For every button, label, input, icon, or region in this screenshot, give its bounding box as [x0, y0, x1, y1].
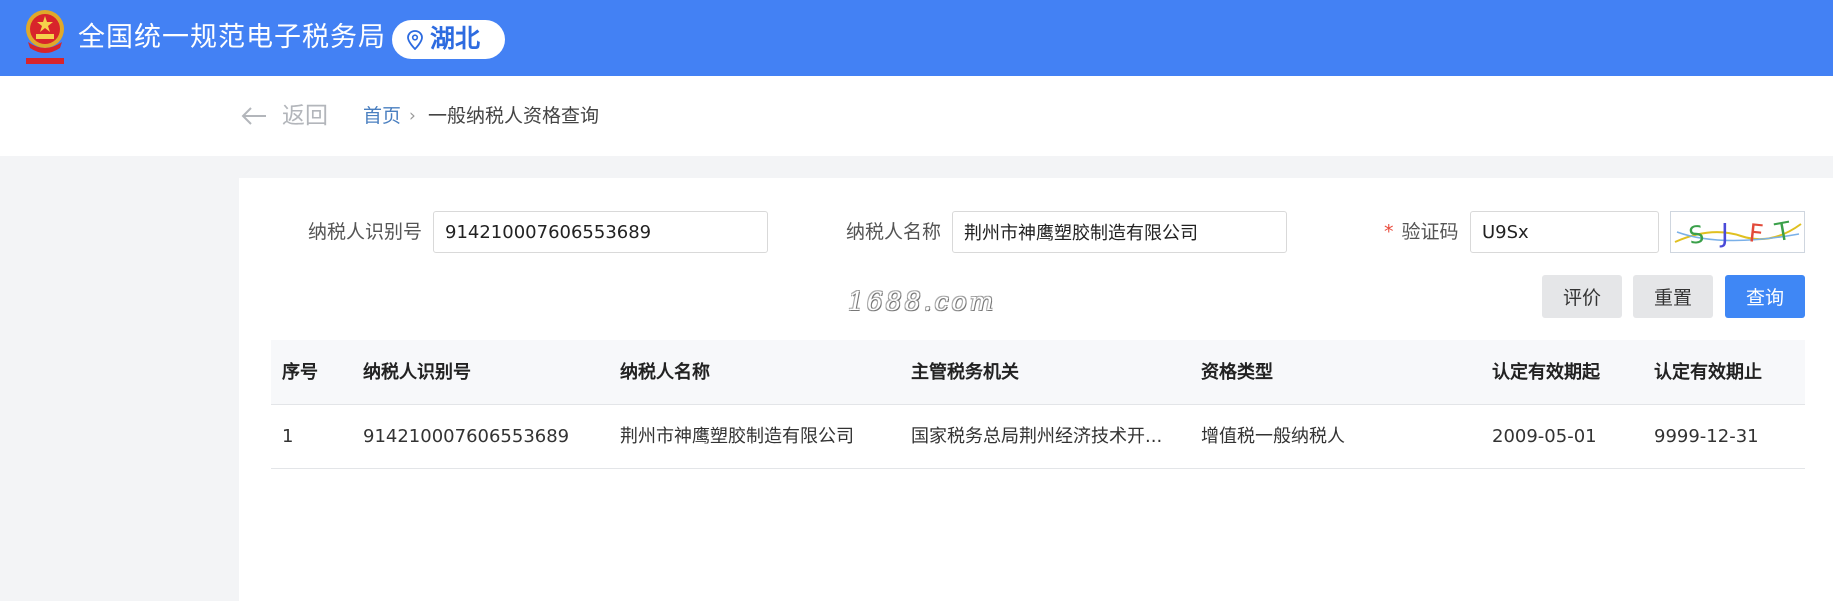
required-mark: *: [1384, 221, 1394, 243]
region-name: 湖北: [430, 24, 481, 53]
region-selector[interactable]: 湖北: [392, 20, 505, 59]
captcha-input[interactable]: [1470, 211, 1659, 253]
captcha-char-4: T: [1772, 216, 1794, 248]
cell-taxpayer-name: 荆州市神鹰塑胶制造有限公司: [620, 426, 854, 447]
reset-button[interactable]: 重置: [1633, 275, 1713, 318]
arrow-left-icon: [241, 107, 266, 125]
col-header-valid-from: 认定有效期起: [1492, 362, 1600, 383]
taxpayer-name-input[interactable]: [952, 211, 1287, 253]
evaluate-button[interactable]: 评价: [1542, 275, 1622, 318]
cell-index: 1: [282, 426, 294, 447]
cell-valid-to: 9999-12-31: [1654, 426, 1759, 447]
captcha-label: * 验证码: [1384, 220, 1459, 244]
back-label: 返回: [282, 103, 328, 129]
nav-bar: 返回 首页 › 一般纳税人资格查询: [0, 76, 1833, 156]
app-title: 全国统一规范电子税务局: [78, 22, 386, 53]
captcha-char-3: F: [1747, 218, 1764, 248]
taxpayer-id-input[interactable]: [433, 211, 768, 253]
result-table: 序号 纳税人识别号 纳税人名称 主管税务机关 资格类型 认定有效期起 认定有效期…: [271, 340, 1805, 469]
breadcrumb-home-link[interactable]: 首页: [363, 104, 401, 128]
col-header-index: 序号: [282, 362, 318, 383]
cell-qualification-type: 增值税一般纳税人: [1201, 426, 1345, 447]
cell-taxpayer-id: 914210007606553689: [363, 426, 570, 447]
table-header: 序号 纳税人识别号 纳税人名称 主管税务机关 资格类型 认定有效期起 认定有效期…: [271, 340, 1805, 405]
col-header-qualification-type: 资格类型: [1201, 362, 1273, 383]
location-pin-icon: [407, 30, 423, 50]
taxpayer-id-label: 纳税人识别号: [308, 221, 423, 243]
col-header-valid-to: 认定有效期止: [1654, 362, 1762, 383]
top-header: 全国统一规范电子税务局 湖北: [0, 0, 1833, 76]
breadcrumb-current: 一般纳税人资格查询: [428, 105, 600, 127]
col-header-taxpayer-name: 纳税人名称: [620, 362, 710, 383]
captcha-label-text: 验证码: [1401, 221, 1459, 243]
taxpayer-name-label: 纳税人名称: [846, 221, 942, 243]
captcha-image[interactable]: S J F T: [1670, 211, 1805, 253]
col-header-taxpayer-id: 纳税人识别号: [363, 362, 471, 383]
table-row[interactable]: 1 914210007606553689 荆州市神鹰塑胶制造有限公司 国家税务总…: [271, 405, 1805, 469]
watermark: 1688.com: [848, 287, 997, 316]
cell-tax-authority: 国家税务总局荆州经济技术开...: [911, 426, 1163, 447]
cell-valid-from: 2009-05-01: [1492, 426, 1597, 447]
national-emblem-icon: [26, 10, 64, 64]
col-header-tax-authority: 主管税务机关: [911, 362, 1019, 383]
query-button[interactable]: 查询: [1725, 275, 1805, 318]
captcha-char-2: J: [1719, 219, 1729, 249]
breadcrumb-separator: ›: [409, 106, 416, 126]
captcha-char-1: S: [1687, 220, 1706, 250]
